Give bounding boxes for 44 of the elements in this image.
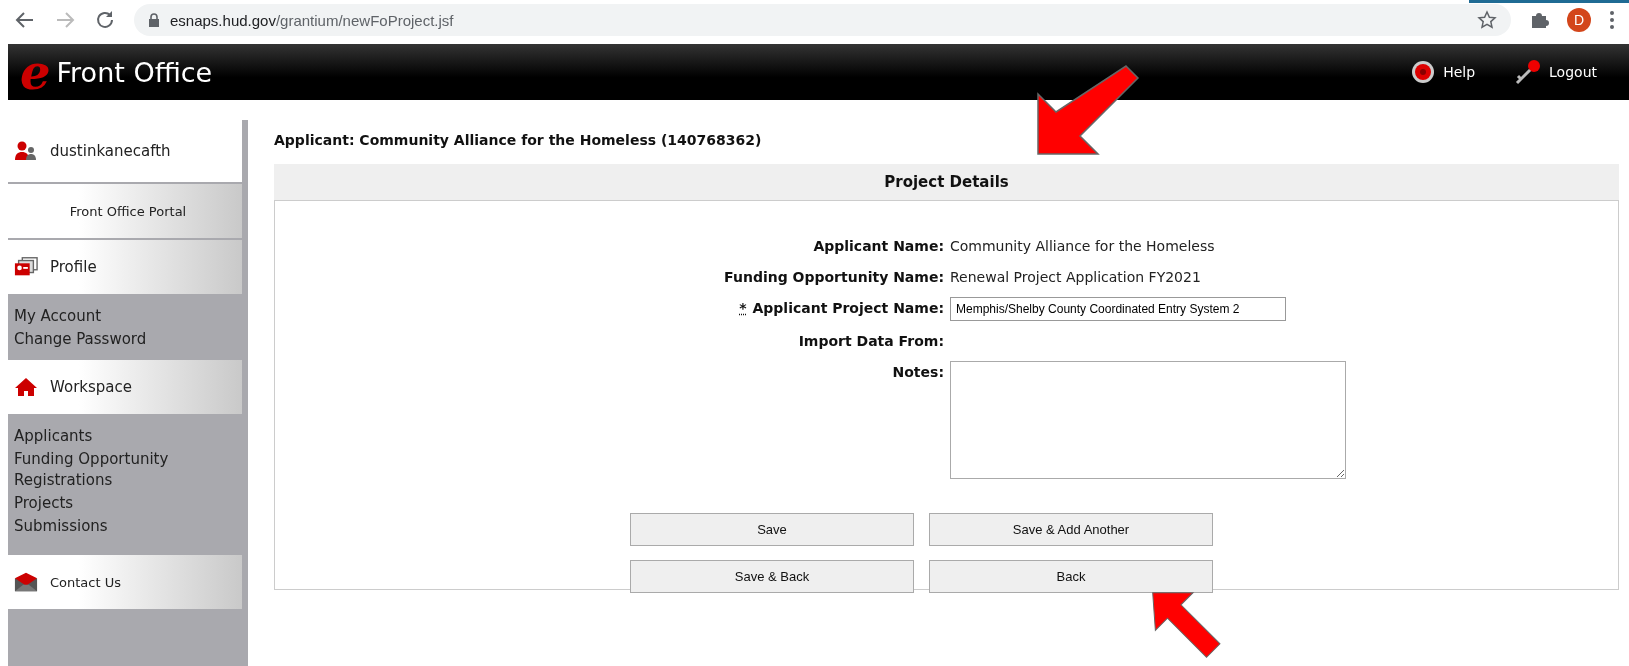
sidebar-link[interactable]: Submissions [14, 516, 240, 537]
applicant-heading: Applicant: Community Alliance for the Homeless (140768362) [274, 132, 763, 148]
header-link[interactable]: Help [1405, 59, 1482, 85]
sidebar-section[interactable]: dustinkanecafth [8, 120, 242, 184]
sidebar-link[interactable]: Funding Opportunity Registrations [14, 449, 240, 491]
sidebar-link[interactable]: Applicants [14, 426, 240, 447]
logo-letter: e [20, 48, 51, 96]
puzzle-icon[interactable] [1529, 10, 1549, 30]
help-icon [1411, 60, 1436, 84]
menu-icon[interactable] [1609, 10, 1615, 30]
user-icon [14, 140, 38, 162]
url-text: esnaps.hud.gov/grantium/newFoProject.jsf [170, 11, 454, 29]
notes-field[interactable] [950, 361, 1346, 479]
input-field[interactable]: Memphis/Shelby County Coordinated Entry System 2 [950, 297, 1286, 321]
key-icon [1513, 59, 1542, 85]
field-label: * Applicant Project Name: [738, 299, 945, 318]
envelope-icon [14, 571, 38, 593]
field-value: Renewal Project Application FY2021 [950, 269, 1201, 285]
profile-avatar[interactable]: D [1567, 8, 1591, 32]
field-value: Community Alliance for the Homeless [950, 238, 1215, 254]
field-label: Funding Opportunity Name: [723, 268, 945, 287]
id-card-icon [14, 256, 38, 278]
star-icon[interactable] [1477, 10, 1497, 30]
reload-icon[interactable] [94, 9, 116, 31]
form-button[interactable]: Save & Back [630, 560, 914, 593]
field-label: Notes: [891, 363, 945, 382]
sidebar-link[interactable]: Projects [14, 493, 240, 514]
home-icon [14, 376, 38, 398]
field-label: Applicant Name: [812, 237, 945, 256]
form-button[interactable]: Save [630, 513, 914, 546]
sidebar-link[interactable]: Change Password [14, 329, 240, 350]
sidebar-section[interactable]: Profile [8, 240, 242, 296]
sidebar-section[interactable]: Workspace [8, 360, 242, 416]
panel-title: Project Details [274, 164, 1619, 200]
sidebar-link[interactable]: My Account [14, 306, 240, 327]
field-label: Import Data From: [797, 332, 945, 351]
form-button[interactable]: Back [929, 560, 1213, 593]
sidebar-section[interactable]: Front Office Portal [8, 184, 242, 240]
address-bar[interactable]: esnaps.hud.gov/grantium/newFoProject.jsf [134, 4, 1511, 36]
header-link[interactable]: Logout [1507, 58, 1603, 86]
form-button[interactable]: Save & Add Another [929, 513, 1213, 546]
sidebar-section[interactable]: Contact Us [8, 555, 242, 611]
lock-icon [148, 12, 160, 28]
app-title: Front Office [56, 56, 213, 88]
